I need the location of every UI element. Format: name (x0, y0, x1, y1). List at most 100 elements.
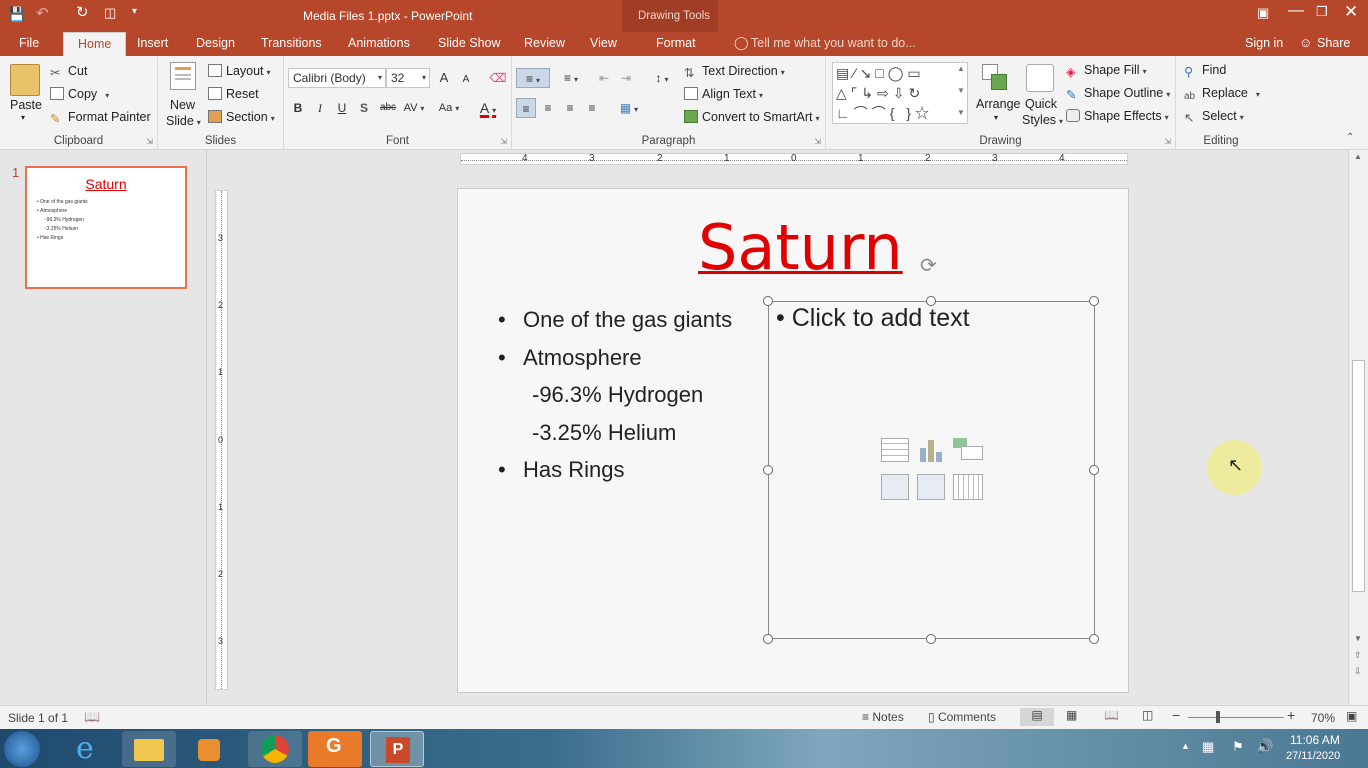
slide-title[interactable]: Saturn (698, 211, 903, 284)
resize-handle[interactable] (763, 296, 773, 306)
media-player-icon[interactable] (182, 731, 236, 767)
comments-button[interactable]: ▯ Comments (928, 710, 996, 724)
left-content-placeholder[interactable]: • One of the gas giants • Atmosphere -96.3… (498, 301, 732, 489)
normal-view-button[interactable]: ▤ (1020, 708, 1054, 726)
replace-button[interactable]: ab Replace ▾ (1184, 86, 1260, 104)
paragraph-launcher-icon[interactable]: ⇲ (814, 137, 821, 146)
decrease-indent-icon[interactable]: ⇤ (594, 68, 614, 88)
align-left-button[interactable]: ≡ (516, 98, 536, 118)
zoom-level[interactable]: 70% (1311, 711, 1335, 725)
align-center-button[interactable]: ≡ (538, 98, 558, 118)
gallery-scroll-up-icon[interactable]: ▲ (957, 64, 965, 73)
notes-button[interactable]: ≡ Notes (862, 710, 904, 724)
shapes-gallery[interactable]: ▤∕↘□◯▭ △⌜↳⇨⇩↻ ∟⌒⌒{ }☆ (832, 62, 968, 124)
slide-thumbnail[interactable]: Saturn • One of the gas giants • Atmosph… (25, 166, 187, 289)
insert-chart-icon[interactable] (917, 438, 945, 462)
section-button[interactable]: Section ▾ (208, 110, 275, 124)
tray-app-icon[interactable]: ▦ (1202, 739, 1214, 755)
volume-icon[interactable]: 🔊 (1256, 738, 1273, 755)
font-size-combo[interactable]: 32 ▾ (386, 68, 430, 88)
convert-smartart-button[interactable]: Convert to SmartArt ▾ (684, 110, 819, 124)
insert-online-picture-icon[interactable] (917, 474, 945, 500)
sign-in-link[interactable]: Sign in (1245, 36, 1283, 50)
bullets-button[interactable]: ≡ ▾ (516, 68, 550, 88)
line-spacing-button[interactable]: ↕ ▾ (648, 68, 676, 88)
gallery-scroll-down-icon[interactable]: ▼ (957, 86, 965, 95)
clock-date[interactable]: 27/11/2020 (1286, 750, 1340, 762)
arrange-icon[interactable] (982, 64, 1008, 92)
slide-canvas[interactable]: Saturn ⟳ • One of the gas giants • Atmosph… (457, 188, 1129, 693)
increase-indent-icon[interactable]: ⇥ (616, 68, 636, 88)
scroll-thumb[interactable] (1352, 360, 1365, 592)
text-direction-button[interactable]: ⇅ Text Direction ▾ (684, 64, 785, 80)
select-button[interactable]: ↖ Select ▾ (1184, 109, 1244, 125)
right-content-placeholder[interactable]: • Click to add text (768, 301, 1095, 639)
ribbon-display-options-icon[interactable]: ▣ (1257, 5, 1269, 21)
tab-slide-show[interactable]: Slide Show (438, 36, 501, 50)
customize-qat-icon[interactable]: ▾ (132, 6, 137, 17)
tab-review[interactable]: Review (524, 36, 565, 50)
close-icon[interactable]: ✕ (1344, 2, 1358, 22)
align-text-button[interactable]: Align Text ▾ (684, 87, 763, 101)
shrink-font-button[interactable]: A (456, 70, 476, 90)
zoom-slider-thumb[interactable] (1216, 711, 1220, 723)
next-slide-icon[interactable]: ⇩ (1354, 666, 1362, 677)
strikethrough-button[interactable]: abc (376, 98, 400, 118)
undo-icon[interactable]: ↶ (36, 4, 49, 22)
chrome-icon[interactable] (248, 731, 302, 767)
fit-to-window-icon[interactable]: ▣ (1346, 709, 1357, 723)
save-icon[interactable]: 💾 (8, 6, 25, 23)
resize-handle[interactable] (763, 634, 773, 644)
tab-format[interactable]: Format (656, 36, 696, 50)
character-spacing-button[interactable]: AV ▾ (400, 98, 428, 118)
change-case-button[interactable]: Aa ▾ (434, 98, 464, 118)
start-button[interactable] (4, 731, 40, 767)
share-button[interactable]: Share (1317, 36, 1350, 50)
drawing-launcher-icon[interactable]: ⇲ (1164, 137, 1171, 146)
paste-dropdown-icon[interactable]: ▾ (21, 113, 25, 122)
start-from-beginning-icon[interactable]: ◫ (104, 5, 116, 21)
columns-button[interactable]: ▦ ▾ (614, 98, 644, 118)
zoom-in-icon[interactable]: + (1287, 707, 1295, 723)
scroll-down-icon[interactable]: ▼ (1354, 634, 1362, 643)
restore-icon[interactable]: ❐ (1316, 4, 1328, 20)
reading-view-icon[interactable]: 📖 (1104, 708, 1119, 722)
paste-button[interactable]: Paste (10, 98, 42, 112)
zoom-out-icon[interactable]: − (1172, 707, 1180, 723)
slide-sorter-icon[interactable]: ▦ (1066, 708, 1077, 722)
justify-button[interactable]: ≡ (582, 98, 602, 118)
quick-styles-icon[interactable] (1026, 64, 1054, 92)
bold-button[interactable]: B (288, 98, 308, 118)
rotate-handle-icon[interactable]: ⟳ (920, 253, 937, 278)
new-slide-button-2[interactable]: Slide ▾ (166, 114, 201, 128)
shape-effects-button[interactable]: Shape Effects ▾ (1066, 109, 1169, 123)
tab-transitions[interactable]: Transitions (261, 36, 322, 50)
new-slide-button[interactable]: New (170, 98, 195, 112)
spell-check-icon[interactable]: 📖 (84, 709, 100, 725)
minimize-icon[interactable]: — (1288, 2, 1304, 20)
tab-view[interactable]: View (590, 36, 617, 50)
redo-icon[interactable]: ↻ (76, 3, 89, 21)
underline-button[interactable]: U (332, 98, 352, 118)
resize-handle[interactable] (926, 296, 936, 306)
tell-me-box[interactable]: Tell me what you want to do... (751, 36, 916, 50)
scroll-up-icon[interactable]: ▲ (1354, 152, 1362, 161)
shape-fill-button[interactable]: ◈ Shape Fill ▾ (1066, 63, 1147, 79)
network-icon[interactable]: ⚑ (1232, 739, 1244, 755)
pdf-app-icon[interactable]: G (308, 731, 362, 767)
tab-animations[interactable]: Animations (348, 36, 410, 50)
zoom-slider[interactable] (1188, 717, 1284, 718)
clipboard-launcher-icon[interactable]: ⇲ (146, 137, 153, 146)
insert-smartart-icon[interactable] (953, 438, 983, 462)
tab-insert[interactable]: Insert (137, 36, 168, 50)
italic-button[interactable]: I (310, 98, 330, 118)
text-shadow-button[interactable]: S (354, 98, 374, 118)
tab-design[interactable]: Design (196, 36, 235, 50)
font-launcher-icon[interactable]: ⇲ (500, 137, 507, 146)
layout-button[interactable]: Layout ▾ (208, 64, 271, 78)
resize-handle[interactable] (1089, 296, 1099, 306)
tab-file[interactable]: File (19, 36, 39, 50)
previous-slide-icon[interactable]: ⇧ (1354, 650, 1362, 661)
quick-styles-button[interactable]: Quick (1025, 97, 1057, 111)
format-painter-button[interactable]: ✎ Format Painter (50, 110, 151, 126)
